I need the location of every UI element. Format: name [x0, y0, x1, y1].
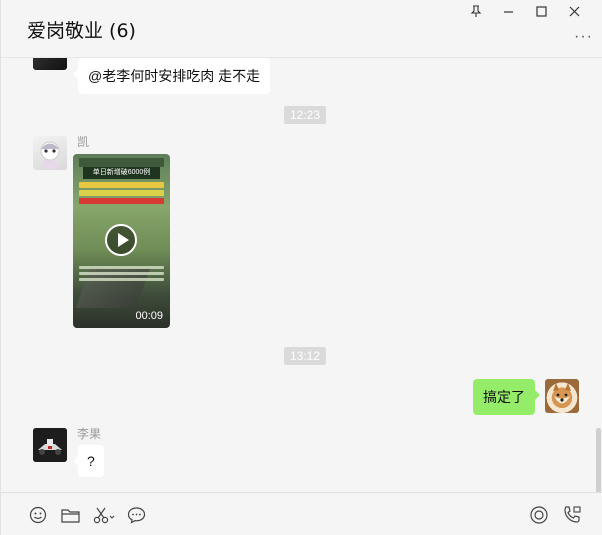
message-bubble[interactable]: @老李何时安排吃肉 走不走 — [72, 58, 271, 94]
message-bubble-mine[interactable]: 搞定了 — [473, 379, 540, 415]
play-icon[interactable] — [105, 224, 137, 256]
avatar-self[interactable] — [545, 379, 579, 413]
chat-header: 爱岗敬业 (6) ··· — [1, 0, 602, 58]
video-header-text: 单日新增破6000例 — [83, 167, 160, 179]
message-bubble[interactable]: ? — [73, 445, 104, 477]
scrollbar[interactable] — [596, 428, 601, 492]
chat-window: 爱岗敬业 (6) ··· @老李何时安排吃肉 走不走 12:23 凯 单日新增破… — [0, 0, 602, 535]
folder-icon[interactable] — [60, 505, 80, 525]
avatar[interactable] — [33, 136, 67, 170]
video-message[interactable]: 单日新增破6000例 00:09 — [73, 154, 170, 328]
avatar[interactable] — [33, 428, 67, 462]
racecar-avatar-illustration — [33, 428, 67, 462]
scissors-icon[interactable] — [92, 505, 116, 525]
video-call-icon[interactable] — [562, 505, 582, 525]
video-caption-line — [79, 266, 164, 269]
window-controls — [459, 2, 591, 20]
voice-call-icon[interactable] — [529, 505, 549, 525]
sender-name: 凯 — [77, 135, 90, 149]
video-caption-line — [79, 278, 164, 281]
chat-title: 爱岗敬业 (6) — [27, 20, 136, 42]
video-caption-line — [79, 272, 164, 275]
maximize-icon[interactable] — [525, 2, 558, 20]
dog-avatar-illustration — [552, 383, 572, 408]
timestamp: 13:12 — [284, 347, 327, 365]
avatar[interactable] — [33, 58, 67, 70]
video-caption-line — [79, 198, 164, 204]
message-list[interactable]: @老李何时安排吃肉 走不走 12:23 凯 单日新增破6000例 00:09 1… — [1, 58, 602, 492]
minimize-icon[interactable] — [492, 2, 525, 20]
pin-icon[interactable] — [459, 2, 492, 20]
more-options-button[interactable]: ··· — [574, 28, 593, 46]
video-caption-line — [79, 182, 164, 188]
close-icon[interactable] — [558, 2, 591, 20]
video-duration: 00:09 — [135, 310, 163, 322]
sender-name: 李果 — [77, 427, 102, 441]
video-banner — [79, 158, 164, 167]
timestamp: 12:23 — [284, 106, 327, 124]
emoji-icon[interactable] — [28, 505, 48, 525]
input-toolbar — [1, 492, 602, 535]
video-caption-line — [79, 190, 164, 196]
chat-history-icon[interactable] — [126, 505, 146, 525]
avatar-illustration — [40, 141, 60, 169]
